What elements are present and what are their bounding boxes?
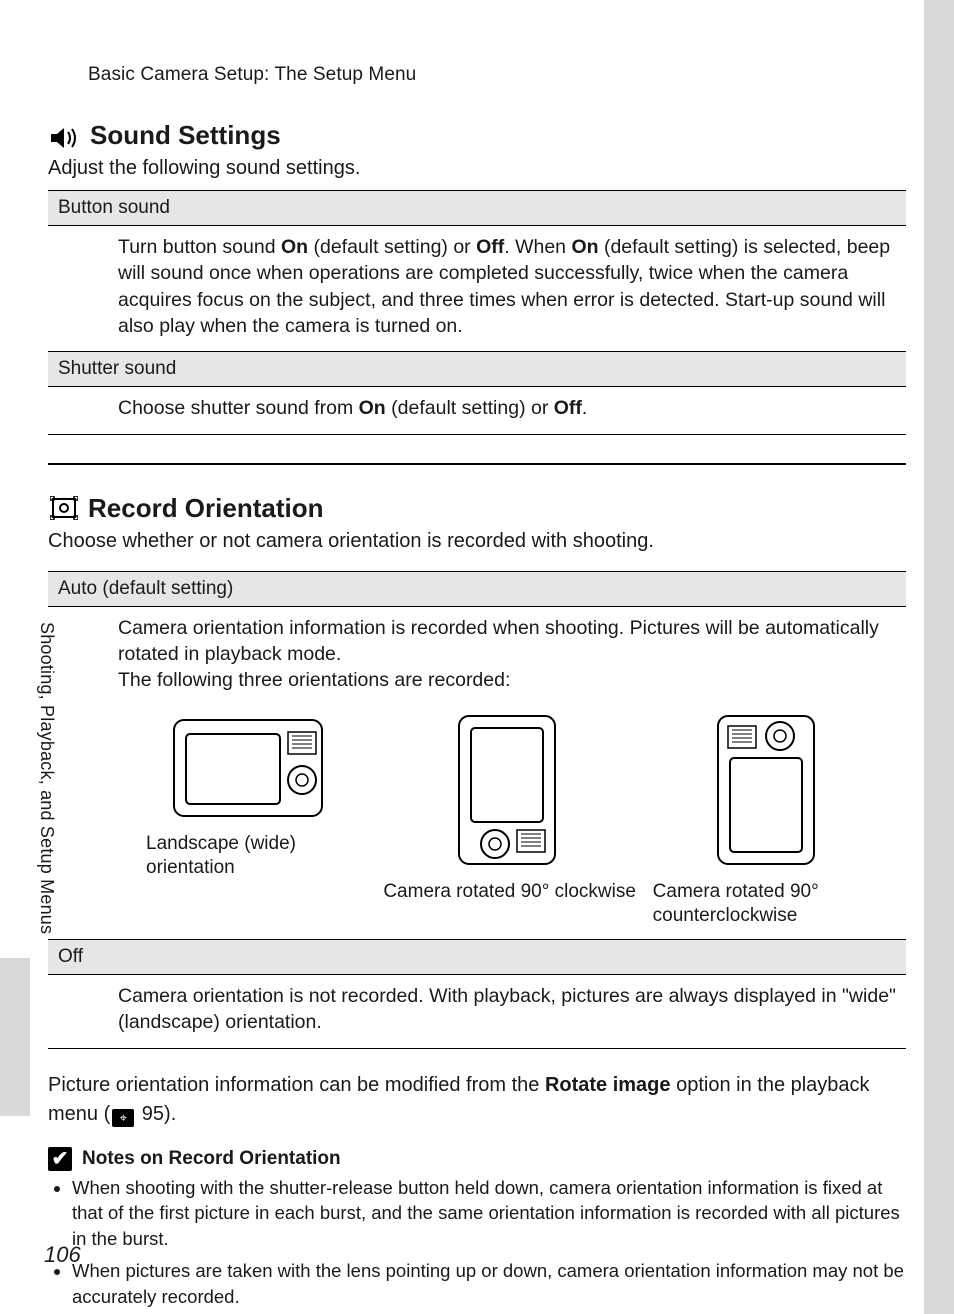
section-title-text: Sound Settings [90, 120, 281, 151]
orientation-label: Camera rotated 90° clockwise [377, 880, 636, 905]
section-title-sound: Sound Settings [50, 120, 906, 151]
note-item: When pictures are taken with the lens po… [72, 1258, 906, 1310]
note-item: When shooting with the shutter-release b… [72, 1175, 906, 1253]
record-options-table: Auto (default setting) Camera orientatio… [48, 571, 906, 1049]
section-intro: Adjust the following sound settings. [48, 157, 906, 180]
speaker-icon [50, 125, 80, 147]
orientation-ccw: Camera rotated 90° counterclockwise [637, 710, 896, 929]
check-icon: ✔ [48, 1147, 72, 1171]
option-label: Off [48, 939, 906, 974]
orientation-label: Camera rotated 90° counterclockwise [637, 880, 896, 929]
option-label: Auto (default setting) [48, 571, 906, 606]
page-number: 106 [44, 1242, 81, 1268]
orientation-cw: Camera rotated 90° clockwise [377, 710, 636, 929]
auto-body-line2: The following three orientations are rec… [118, 669, 510, 691]
option-body: Choose shutter sound from On (default se… [118, 395, 896, 421]
option-label: Button sound [48, 191, 906, 226]
manual-page: Basic Camera Setup: The Setup Menu Sound… [0, 0, 954, 1314]
side-section-label: Shooting, Playback, and Setup Menus [36, 622, 57, 934]
notes-list: When shooting with the shutter-release b… [48, 1175, 906, 1310]
option-body: Camera orientation is not recorded. With… [118, 983, 896, 1036]
notes-heading: ✔ Notes on Record Orientation [48, 1147, 906, 1171]
record-orientation-icon [50, 496, 78, 520]
breadcrumb: Basic Camera Setup: The Setup Menu [88, 64, 906, 86]
option-body: Turn button sound On (default setting) o… [118, 234, 896, 339]
sound-options-table: Button sound Turn button sound On (defau… [48, 190, 906, 435]
option-label: Shutter sound [48, 352, 906, 387]
page-edge-mask [924, 0, 954, 1314]
section-title-record: Record Orientation [50, 493, 906, 524]
below-table-note: Picture orientation information can be m… [48, 1071, 906, 1129]
orientation-landscape: Landscape (wide) orientation [118, 710, 377, 929]
auto-body-line1: Camera orientation information is record… [118, 617, 879, 665]
orientation-diagrams: Landscape (wide) orientation Camera rota… [118, 710, 896, 929]
section-divider [48, 463, 906, 465]
camera-rotated-cw-icon [451, 710, 563, 870]
side-thumb-tab [0, 958, 30, 1116]
option-body: Camera orientation information is record… [118, 615, 896, 694]
camera-landscape-icon [168, 710, 328, 822]
orientation-label: Landscape (wide) orientation [118, 832, 377, 881]
section-intro: Choose whether or not camera orientation… [48, 530, 906, 553]
camera-rotated-ccw-icon [710, 710, 822, 870]
notes-title: Notes on Record Orientation [82, 1148, 341, 1170]
section-title-text: Record Orientation [88, 493, 323, 524]
